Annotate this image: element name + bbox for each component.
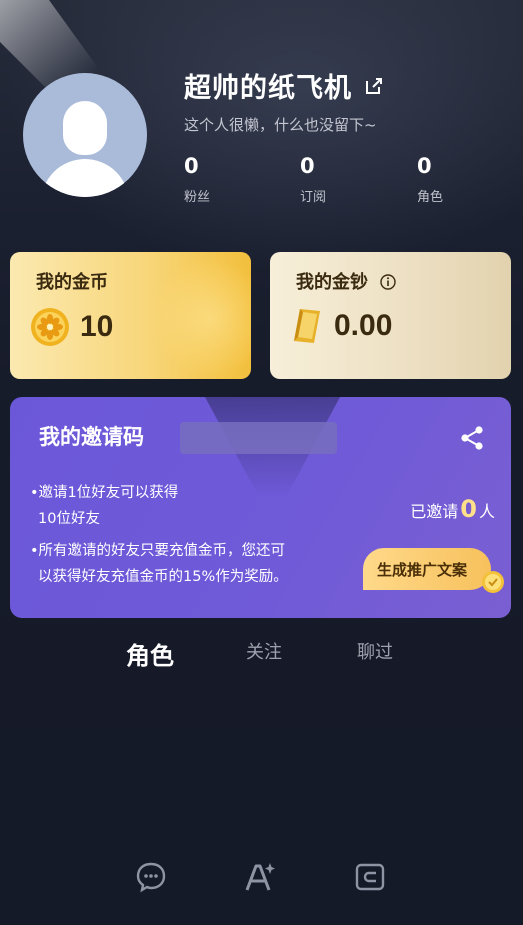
stat-value: 0	[417, 154, 432, 178]
invite-rule-2: •所有邀请的好友只要充值金币，您还可	[30, 543, 286, 559]
invited-count-label: 已邀请 0 人	[410, 495, 495, 523]
profile-bio: 这个人很懒，什么也没留下~	[184, 116, 377, 134]
name-row: 超帅的纸飞机	[184, 66, 384, 105]
stat-label: 订阅	[300, 190, 327, 205]
invite-panel: 我的邀请码 •邀请1位好友可以获得 10位好友 •所有邀请的好友只要充值金币，您…	[10, 397, 511, 618]
bill-icon	[294, 309, 320, 343]
invite-rule-1-continued: 10位好友	[38, 511, 100, 527]
tab-characters[interactable]: 角色	[126, 636, 174, 671]
stat-value: 0	[300, 154, 315, 178]
my-cash-card[interactable]: 我的金钞 0.00	[270, 252, 511, 379]
my-coins-title: 我的金币	[36, 272, 108, 293]
generate-promo-button[interactable]: 生成推广文案	[363, 548, 491, 590]
my-coins-card[interactable]: 我的金币 10	[10, 252, 251, 379]
avatar[interactable]	[23, 73, 147, 197]
invite-code-field[interactable]	[180, 422, 337, 454]
profile-name: 超帅的纸飞机	[184, 73, 352, 104]
share-icon[interactable]	[459, 425, 485, 451]
avatar-body-shape	[41, 159, 129, 197]
invited-suffix: 人	[478, 502, 495, 521]
ai-create-icon[interactable]	[243, 860, 277, 894]
coin-watermark-decoration	[150, 258, 251, 378]
edit-icon[interactable]	[364, 76, 384, 96]
stat-value: 0	[184, 154, 199, 178]
invited-count: 0	[460, 495, 477, 523]
avatar-head-shape	[63, 101, 107, 155]
tab-chatted[interactable]: 聊过	[357, 638, 393, 664]
stat-characters[interactable]: 0 角色	[417, 154, 443, 205]
gold-coin-icon	[482, 571, 504, 593]
generate-promo-label: 生成推广文案	[377, 560, 468, 579]
my-coins-value-row: 10	[30, 307, 113, 347]
my-cash-value-row: 0.00	[290, 307, 392, 345]
tab-following[interactable]: 关注	[246, 638, 282, 664]
my-cash-title: 我的金钞	[296, 268, 396, 294]
stat-label: 粉丝	[184, 190, 211, 205]
invite-rule-2-continued: 以获得好友充值金币的15%作为奖励。	[38, 569, 288, 585]
invite-rule-1: •邀请1位好友可以获得	[30, 485, 179, 501]
stat-subscriptions[interactable]: 0 订阅	[300, 154, 326, 205]
stat-label: 角色	[417, 190, 444, 205]
wallet-icon[interactable]	[353, 860, 387, 894]
profile-page: 超帅的纸飞机 这个人很懒，什么也没留下~ 0 粉丝 0 订阅 0 角色 我的金币	[0, 0, 523, 925]
invited-prefix: 已邀请	[410, 502, 459, 521]
stat-fans[interactable]: 0 粉丝	[184, 154, 210, 205]
coin-icon	[31, 308, 69, 346]
chat-icon[interactable]	[134, 860, 168, 894]
my-cash-value: 0.00	[334, 309, 393, 342]
my-cash-title-text: 我的金钞	[296, 272, 368, 293]
info-icon[interactable]	[380, 274, 396, 290]
invite-title: 我的邀请码	[39, 425, 144, 449]
my-coins-value: 10	[80, 310, 114, 343]
